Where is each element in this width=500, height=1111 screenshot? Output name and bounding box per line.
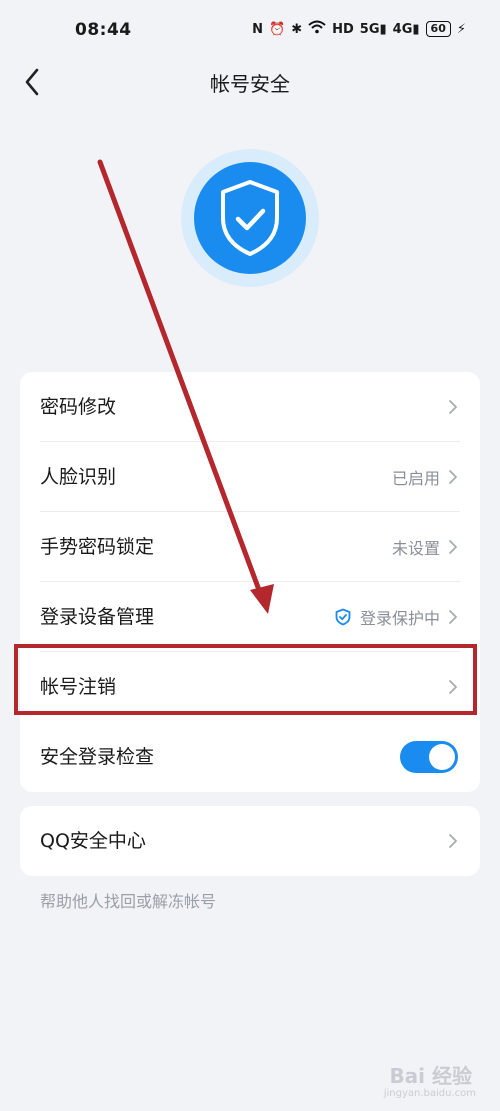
secure-login-toggle[interactable] [400,741,458,773]
row-status: 已启用 [391,469,440,488]
help-others-link[interactable]: 帮助他人找回或解冻帐号 [40,888,216,912]
toggle-knob [429,744,455,770]
row-label: 人脸识别 [40,466,117,488]
row-secure-login-check: 安全登录检查 [20,722,480,792]
row-label: 密码修改 [40,396,117,418]
row-status: 未设置 [391,539,440,558]
row-qq-security-center[interactable]: QQ安全中心 [20,806,480,876]
chevron-right-icon [449,540,457,554]
row-label: 手势密码锁定 [40,536,155,558]
row-password-change[interactable]: 密码修改 [20,372,480,442]
row-gesture-lock[interactable]: 手势密码锁定 未设置 [20,512,480,582]
security-center-card: QQ安全中心 [20,806,480,876]
watermark: Bai 经验 [389,1064,472,1088]
status-icons: N ⏰ ✱ HD 5G▮ 4G▮ 60 ⚡ [252,20,466,38]
bluetooth-icon: ✱ [291,21,303,37]
settings-card: 密码修改 人脸识别 已启用 手势密码锁定 未设置 登录设备管理 登录保护中 帐号… [20,372,480,792]
alarm-icon: ⏰ [269,21,286,37]
chevron-right-icon [449,470,457,484]
battery-icon: 60 [425,21,451,37]
hd-icon: HD [332,21,354,37]
wifi-icon [308,20,326,38]
row-device-management[interactable]: 登录设备管理 登录保护中 [20,582,480,652]
signal-4g-icon: 4G▮ [392,21,420,37]
highlight-box [14,644,477,715]
watermark-url: jingyan.baidu.com [383,1088,476,1099]
row-status: 登录保护中 [359,609,440,628]
shield-check-icon [180,148,320,288]
row-label: QQ安全中心 [40,830,146,852]
row-label: 登录设备管理 [40,606,155,628]
status-time: 08:44 [75,20,132,40]
charging-icon: ⚡ [456,21,466,37]
nfc-icon: N [252,21,264,37]
status-bar: 08:44 N ⏰ ✱ HD 5G▮ 4G▮ 60 ⚡ [0,0,500,60]
chevron-right-icon [449,610,457,624]
shield-check-small-icon [335,608,351,626]
signal-5g-icon: 5G▮ [359,21,387,37]
chevron-right-icon [449,400,457,414]
header: 帐号安全 [0,56,500,108]
row-face-recognition[interactable]: 人脸识别 已启用 [20,442,480,512]
row-label: 安全登录检查 [40,746,155,768]
page-title: 帐号安全 [210,72,290,96]
chevron-right-icon [449,834,457,848]
